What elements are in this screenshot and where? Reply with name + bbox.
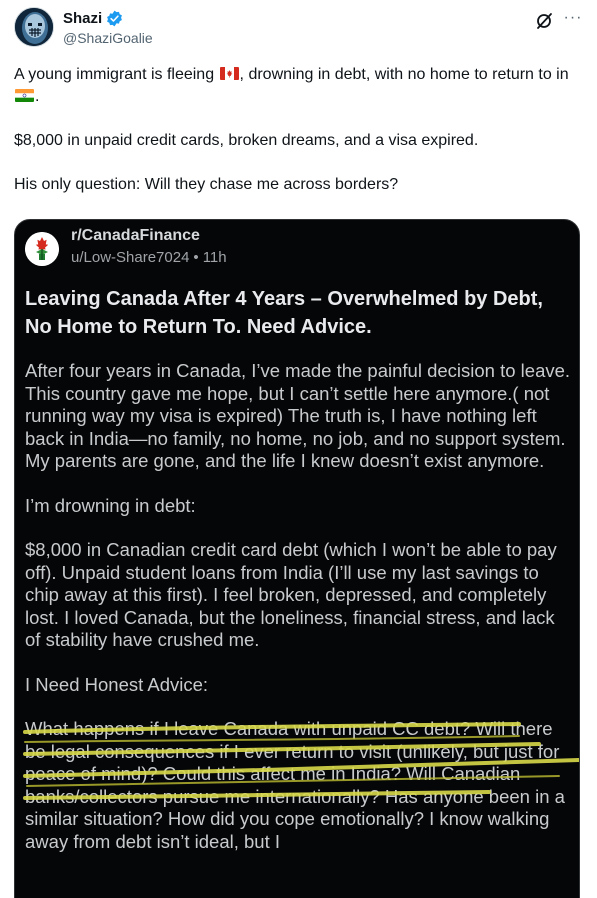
more-icon[interactable]: ··· [563, 10, 583, 29]
post-paragraph-4: I Need Honest Advice: [25, 673, 209, 695]
post-title: Leaving Canada After 4 Years – Overwhelm… [25, 288, 543, 338]
goalie-mask-icon [15, 8, 53, 46]
author-handle[interactable]: @ShaziGoalie [63, 30, 153, 46]
tweet-line-1-end: . [35, 88, 40, 105]
tweet-header: Shazi @ShaziGoalie ··· [14, 5, 583, 51]
display-name[interactable]: Shazi [63, 10, 102, 27]
author-name-row: Shazi [63, 10, 123, 27]
india-flag-icon [15, 89, 34, 102]
avatar[interactable] [14, 7, 54, 47]
post-body: After four years in Canada, I’ve made th… [23, 360, 579, 853]
post-paragraph-1: After four years in Canada, I’ve made th… [25, 360, 571, 471]
tweet-line-3: His only question: Will they chase me ac… [14, 176, 399, 193]
grok-icon[interactable] [535, 12, 553, 30]
subreddit-icon [25, 232, 59, 266]
meta-separator: • [193, 249, 199, 266]
post-author: u/Low-Share7024 [71, 249, 190, 266]
tweet-text: A young immigrant is fleeing , drowning … [14, 64, 586, 196]
post-paragraph-5: What happens if I leave Canada with unpa… [23, 718, 579, 853]
canada-flag-icon [219, 67, 239, 80]
subreddit-name: r/CanadaFinance [71, 227, 200, 244]
post-age: 11h [202, 249, 227, 266]
post-paragraph-2: I’m drowning in debt: [25, 494, 196, 516]
verified-badge-icon[interactable] [106, 10, 123, 27]
tweet-line-2: $8,000 in unpaid credit cards, broken dr… [14, 132, 479, 149]
tweet-line-1: A young immigrant is fleeing , drowning … [14, 64, 586, 108]
post-meta: u/Low-Share7024 • 11h [71, 249, 227, 266]
tweet-line-1-start: A young immigrant is fleeing [14, 66, 219, 83]
tweet-line-1-middle: , drowning in debt, with no home to retu… [239, 66, 569, 83]
embedded-image[interactable]: r/CanadaFinance u/Low-Share7024 • 11h Leav… [14, 219, 580, 898]
post-paragraph-3: $8,000 in Canadian credit card debt (whi… [25, 539, 557, 650]
